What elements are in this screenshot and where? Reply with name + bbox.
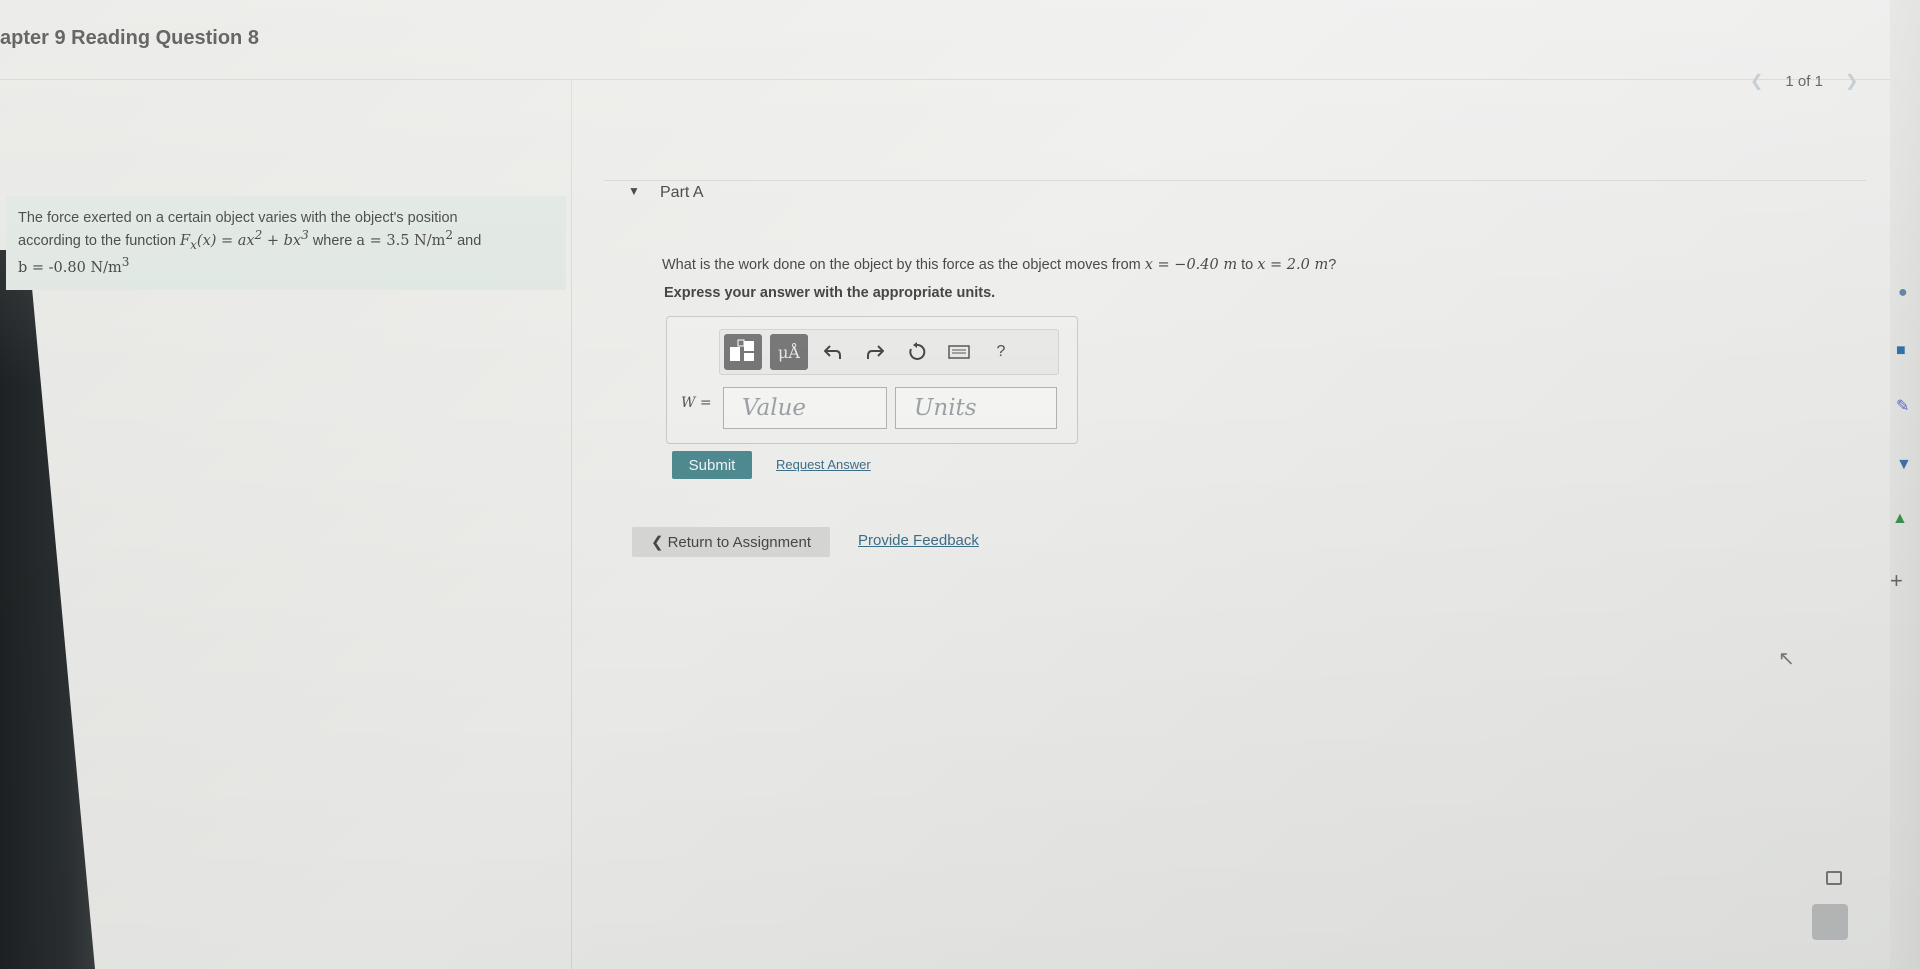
- redo-button[interactable]: [858, 334, 892, 370]
- problem-where: where: [312, 232, 353, 249]
- problem-panel: The force exerted on a certain object va…: [0, 80, 572, 969]
- outlook-icon[interactable]: ■: [1896, 342, 1906, 360]
- redo-icon: [867, 345, 884, 359]
- return-to-assignment-button[interactable]: ❮ Return to Assignment: [632, 527, 830, 557]
- value-input[interactable]: [723, 387, 887, 429]
- pen-icon[interactable]: ✎: [1896, 396, 1909, 416]
- provide-feedback-link[interactable]: Provide Feedback: [858, 532, 979, 549]
- variable-label: W =: [681, 395, 712, 411]
- chevron-left-icon: ❮: [651, 534, 664, 551]
- part-a-label[interactable]: Part A: [660, 184, 704, 202]
- extension-icon[interactable]: ●: [1898, 284, 1908, 302]
- force-function: Fx(x) = ax2 + bx3: [180, 228, 309, 252]
- answer-box: μÅ ? W =: [666, 316, 1078, 444]
- reset-icon: [909, 342, 926, 360]
- template-button[interactable]: [724, 334, 762, 370]
- problem-statement: The force exerted on a certain object va…: [6, 196, 566, 290]
- question-text: What is the work done on the object by t…: [662, 257, 1337, 273]
- keyboard-button[interactable]: [942, 334, 976, 370]
- template-icon: [730, 339, 754, 361]
- add-icon[interactable]: +: [1890, 568, 1903, 594]
- problem-and: and: [457, 232, 482, 249]
- a-value: a = 3.5 N/m2: [356, 228, 454, 249]
- undo-button[interactable]: [816, 334, 850, 370]
- part-divider: [604, 180, 1866, 201]
- tree-icon[interactable]: ▲: [1892, 510, 1908, 528]
- b-value: b = -0.80 N/m3: [18, 254, 130, 276]
- submit-button[interactable]: Submit: [672, 451, 752, 479]
- collapse-triangle-icon[interactable]: ▼: [628, 184, 640, 198]
- units-input[interactable]: [895, 387, 1057, 429]
- problem-text-line2: according to the function: [18, 232, 176, 249]
- math-toolbar: μÅ ?: [719, 329, 1059, 375]
- problem-text-line1: The force exerted on a certain object va…: [18, 210, 458, 226]
- return-label: Return to Assignment: [667, 533, 811, 551]
- keyboard-icon: [948, 345, 970, 359]
- bookmark-icon[interactable]: ▼: [1896, 456, 1912, 474]
- question-panel: ▼ Part A What is the work done on the ob…: [572, 80, 1902, 969]
- mouse-cursor-icon: ↖: [1778, 648, 1795, 670]
- page-title: apter 9 Reading Question 8: [0, 27, 259, 49]
- request-answer-link[interactable]: Request Answer: [776, 457, 871, 472]
- undo-icon: [824, 345, 841, 359]
- reset-button[interactable]: [900, 334, 934, 370]
- book-icon[interactable]: [1826, 871, 1842, 885]
- help-button[interactable]: ?: [984, 334, 1018, 370]
- settings-icon[interactable]: [1812, 904, 1848, 940]
- browser-side-rail: ● ■ ✎ ▼ ▲ +: [1890, 0, 1920, 969]
- answer-instruction: Express your answer with the appropriate…: [664, 285, 996, 301]
- page-header: apter 9 Reading Question 8 ❮ 1 of 1 ❯: [0, 0, 1920, 90]
- units-button[interactable]: μÅ: [770, 334, 808, 370]
